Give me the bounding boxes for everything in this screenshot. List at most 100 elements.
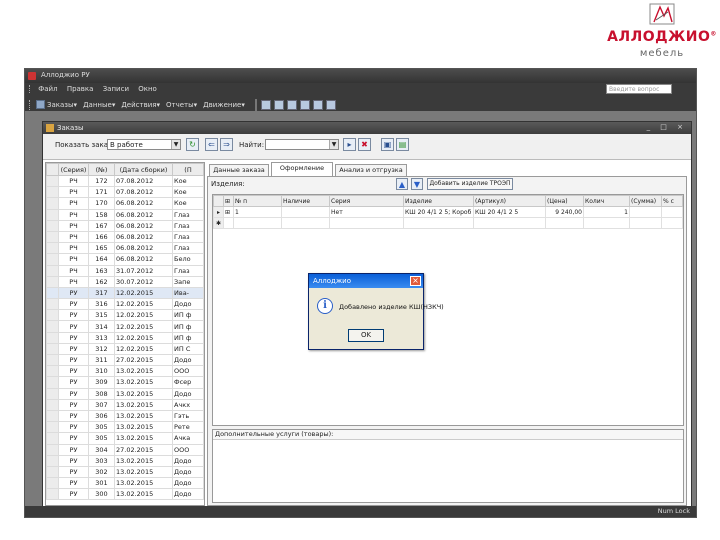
cell-price[interactable]: 9 240,00 xyxy=(545,206,584,218)
table-row[interactable]: РУ 311 27.02.2015 Додо xyxy=(46,353,204,367)
row-selector[interactable] xyxy=(46,298,59,311)
cell-series[interactable]: РЧ xyxy=(58,264,89,277)
grid-header-percent[interactable]: % с xyxy=(661,195,683,207)
cell-series[interactable]: РУ xyxy=(58,398,89,411)
cell-article[interactable]: КШ 20 4/1 2 5 xyxy=(473,206,546,218)
table-row[interactable]: РУ 300 13.02.2015 Додо xyxy=(46,488,204,501)
cell-client[interactable]: Додо xyxy=(172,465,204,479)
grid-header-availability[interactable]: Наличие xyxy=(281,195,330,207)
cell-number[interactable]: 311 xyxy=(88,353,115,367)
cell-number[interactable]: 304 xyxy=(88,443,115,456)
cell-number[interactable]: 166 xyxy=(88,230,115,244)
cell-client[interactable]: Запе xyxy=(172,275,204,288)
cell-date[interactable]: 13.02.2015 xyxy=(114,387,173,400)
cell-date[interactable]: 07.08.2012 xyxy=(114,186,173,199)
cell-series[interactable]: РУ xyxy=(58,309,89,322)
row-selector[interactable] xyxy=(46,443,59,456)
row-selector[interactable] xyxy=(46,275,59,288)
cell-date[interactable]: 12.02.2015 xyxy=(114,331,173,344)
cell-series[interactable]: РУ xyxy=(58,387,89,400)
cell-client[interactable]: ООО xyxy=(172,443,204,456)
row-selector[interactable] xyxy=(46,454,59,467)
row-selector[interactable] xyxy=(46,376,59,389)
cell-series[interactable]: РУ xyxy=(58,421,89,434)
find-next-button[interactable]: ▸ xyxy=(343,138,356,151)
cell-date[interactable]: 13.02.2015 xyxy=(114,398,173,411)
cell-number[interactable]: 308 xyxy=(88,387,115,400)
print-icon[interactable] xyxy=(312,99,323,110)
cell-client[interactable]: Бело xyxy=(172,253,204,266)
cell-date[interactable]: 06.08.2012 xyxy=(114,208,173,221)
cell-product[interactable]: КШ 20 4/1 2 5; Короб шкаф xyxy=(403,206,474,218)
grid-header-num[interactable]: № п xyxy=(233,195,282,207)
cell-client[interactable]: Додо xyxy=(172,353,204,367)
cell-client[interactable]: Кое xyxy=(172,186,204,199)
cell-series[interactable]: РУ xyxy=(58,331,89,344)
cell-client[interactable]: Кое xyxy=(172,174,204,188)
find-select[interactable]: ▼ xyxy=(265,139,339,150)
table-row[interactable]: РУ 309 13.02.2015 Фсер xyxy=(46,376,204,389)
table-row[interactable]: РУ 301 13.02.2015 Додо xyxy=(46,477,204,490)
cell-client[interactable]: Глаз xyxy=(172,219,204,232)
menu-records[interactable]: Записи xyxy=(103,85,129,93)
cell-series[interactable]: РУ xyxy=(58,432,89,445)
cell-date[interactable]: 12.02.2015 xyxy=(114,320,173,333)
table-row[interactable]: РУ 312 12.02.2015 ИП С xyxy=(46,342,204,356)
cell-number[interactable]: 303 xyxy=(88,454,115,467)
ok-button[interactable]: OK xyxy=(348,329,384,342)
row-selector[interactable] xyxy=(46,477,59,490)
list-header-number[interactable]: (№) xyxy=(88,163,115,176)
table-row[interactable]: ▸ ⊞ 1 Нет КШ 20 4/1 2 5; Короб шкаф КШ 2… xyxy=(213,206,683,218)
list-header-series[interactable]: (Серия) xyxy=(58,163,89,176)
new-row[interactable]: ✱ xyxy=(213,217,683,229)
cell-client[interactable]: ИП ф xyxy=(172,331,204,344)
table-row[interactable]: РУ 310 13.02.2015 ООО xyxy=(46,365,204,378)
cell-series[interactable]: РУ xyxy=(58,454,89,467)
cell-number[interactable]: 300 xyxy=(88,488,115,501)
cell-date[interactable]: 27.02.2015 xyxy=(114,353,173,367)
cell-sum[interactable] xyxy=(629,206,662,218)
row-selector[interactable] xyxy=(46,230,59,244)
cell-number[interactable]: 316 xyxy=(88,298,115,311)
cell-series[interactable]: РУ xyxy=(58,376,89,389)
cell-series[interactable]: РУ xyxy=(58,488,89,501)
cell-number[interactable]: 314 xyxy=(88,320,115,333)
cell-client[interactable]: Додо xyxy=(172,488,204,501)
cell-number[interactable]: 164 xyxy=(88,253,115,266)
refresh-icon[interactable] xyxy=(286,99,297,110)
cell-client[interactable]: ООО xyxy=(172,365,204,378)
cell-date[interactable]: 12.02.2015 xyxy=(114,286,173,300)
cell-series[interactable]: РЧ xyxy=(58,197,89,210)
cell-date[interactable]: 06.08.2012 xyxy=(114,230,173,244)
table-row[interactable]: РЧ 164 06.08.2012 Бело xyxy=(46,253,204,266)
products-grid[interactable]: ⊞ № п Наличие Серия Изделие (Артикул) (Ц… xyxy=(212,194,684,426)
row-selector[interactable] xyxy=(46,197,59,210)
cell-number[interactable]: 305 xyxy=(88,421,115,434)
cell-number[interactable]: 305 xyxy=(88,432,115,445)
table-row[interactable]: РЧ 163 31.07.2012 Глаз xyxy=(46,264,204,277)
cell-date[interactable]: 12.02.2015 xyxy=(114,309,173,322)
back-button[interactable]: ⇐ xyxy=(205,138,218,151)
table-row[interactable]: РУ 314 12.02.2015 ИП ф xyxy=(46,320,204,333)
cell-client[interactable]: ИП ф xyxy=(172,320,204,333)
cell-series[interactable]: РУ xyxy=(58,298,89,311)
cell-client[interactable]: Глаз xyxy=(172,242,204,255)
grid-corner[interactable] xyxy=(213,195,224,207)
list-header-date[interactable]: (Дата сборки) xyxy=(114,163,173,176)
cell-series[interactable]: РУ xyxy=(58,443,89,456)
cell-client[interactable]: Додо xyxy=(172,477,204,490)
cell-number[interactable]: 306 xyxy=(88,409,115,423)
cell-number[interactable]: 317 xyxy=(88,286,115,300)
row-selector[interactable] xyxy=(46,432,59,445)
table-row[interactable]: РУ 317 12.02.2015 Ива- xyxy=(46,286,204,300)
row-selector[interactable] xyxy=(46,309,59,322)
cell-number[interactable]: 167 xyxy=(88,219,115,232)
cell-date[interactable]: 30.07.2012 xyxy=(114,275,173,288)
row-selector[interactable] xyxy=(46,331,59,344)
sort-icon[interactable] xyxy=(273,99,284,110)
excel-export-button[interactable]: ▤ xyxy=(396,138,409,151)
tab-order-data[interactable]: Данные заказа xyxy=(209,164,269,176)
row-selector[interactable] xyxy=(46,264,59,277)
new-row-selector[interactable]: ✱ xyxy=(213,217,224,229)
close-icon[interactable]: × xyxy=(410,276,421,286)
